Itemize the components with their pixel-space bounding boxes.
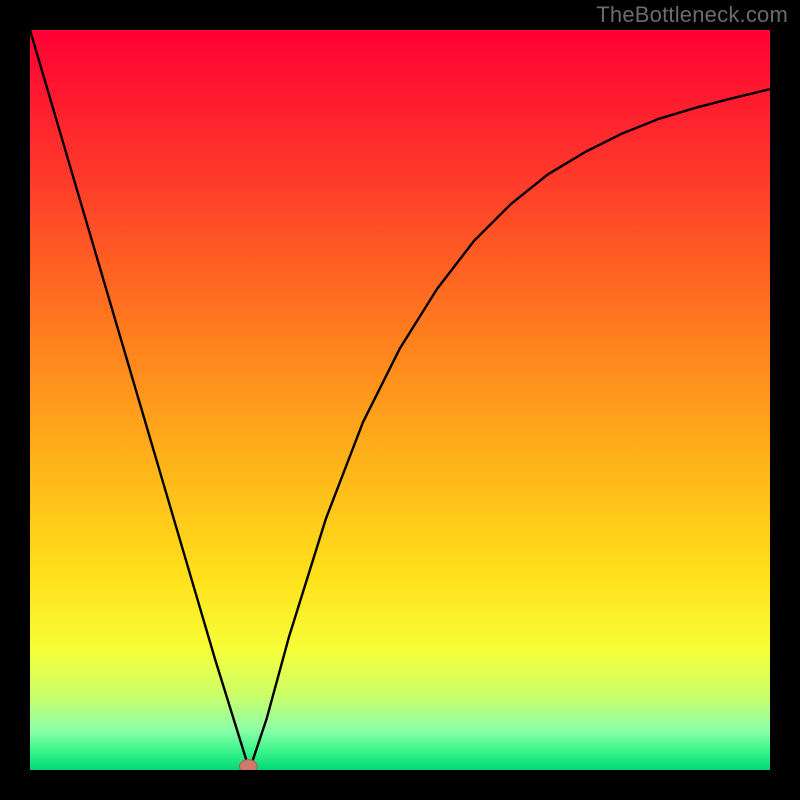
optimal-marker xyxy=(239,760,257,770)
watermark-text: TheBottleneck.com xyxy=(596,2,788,28)
plot-area xyxy=(30,30,770,770)
chart-frame: TheBottleneck.com xyxy=(0,0,800,800)
plot-svg xyxy=(30,30,770,770)
heat-background xyxy=(30,30,770,770)
